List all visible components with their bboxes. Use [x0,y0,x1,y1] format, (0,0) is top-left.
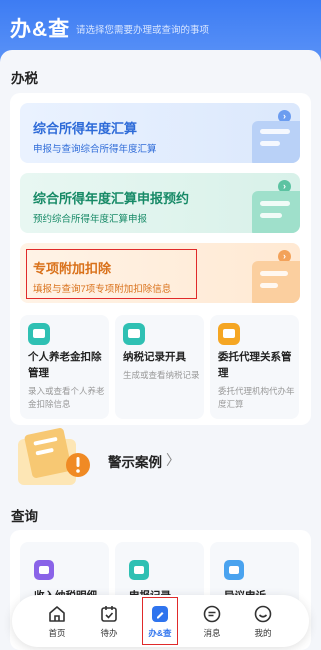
tab-todo[interactable]: 待办 [84,595,134,647]
home-icon [49,606,65,622]
card-subtitle: 预约综合所得年度汇算申报 [33,214,148,225]
warning-clipboard-illustration-icon [18,428,90,485]
income-details-icon [34,560,54,580]
tile-title: 委托代理关系管理 [218,351,292,379]
tile-description: 生成或查看纳税记录 [123,370,200,380]
page-subtitle: 请选择您需要办理或查询的事项 [76,25,210,36]
tab-label: 消息 [203,628,221,638]
section-title-query: 查询 [11,509,38,524]
objection-appeal-icon [224,560,244,580]
tile-title: 个人养老金扣除管理 [28,351,102,379]
card-annual-settlement-appointment[interactable]: 综合所得年度汇算申报预约 预约综合所得年度汇算申报 › [20,173,300,233]
smile-icon [254,605,272,623]
tile-title: 纳税记录开具 [123,351,186,363]
tile-pension-deduction[interactable]: 个人养老金扣除管理 录入或查看个人养老金扣除信息 [20,315,109,419]
deduction-illustration-icon [252,261,300,303]
message-icon [203,605,221,623]
pension-icon [28,323,50,345]
calendar-check-icon [101,606,117,622]
warning-cases-link[interactable]: 警示案例 [108,451,162,471]
chevron-right-icon[interactable]: 〉 [166,450,180,470]
appointment-illustration-icon [252,191,300,233]
tile-description: 委托代理机构代办年度汇算 [218,386,295,409]
tax-record-icon [123,323,145,345]
tab-messages[interactable]: 消息 [187,595,237,647]
tab-home[interactable]: 首页 [32,595,82,647]
tile-tax-record[interactable]: 纳税记录开具 生成或查看纳税记录 [115,315,204,419]
tile-agency-relationship[interactable]: 委托代理关系管理 委托代理机构代办年度汇算 [210,315,299,419]
tab-label: 我的 [254,628,272,638]
section-title-tax: 办税 [11,71,38,86]
declaration-records-icon [129,560,149,580]
card-title: 综合所得年度汇算申报预约 [33,191,190,206]
agency-handshake-icon [218,323,240,345]
card-title: 综合所得年度汇算 [33,121,138,136]
tab-label: 待办 [100,628,118,638]
card-subtitle: 申报与查询综合所得年度汇算 [33,144,157,155]
tab-label: 首页 [48,628,66,638]
tile-description: 录入或查看个人养老金扣除信息 [28,386,105,409]
highlight-box-special-deduction [26,249,197,299]
card-annual-settlement[interactable]: 综合所得年度汇算 申报与查询综合所得年度汇算 › [20,103,300,163]
highlight-box-active-tab [142,597,178,645]
page-title: 办&查 [10,18,71,41]
tab-mine[interactable]: 我的 [238,595,288,647]
calculator-illustration-icon [252,121,300,163]
